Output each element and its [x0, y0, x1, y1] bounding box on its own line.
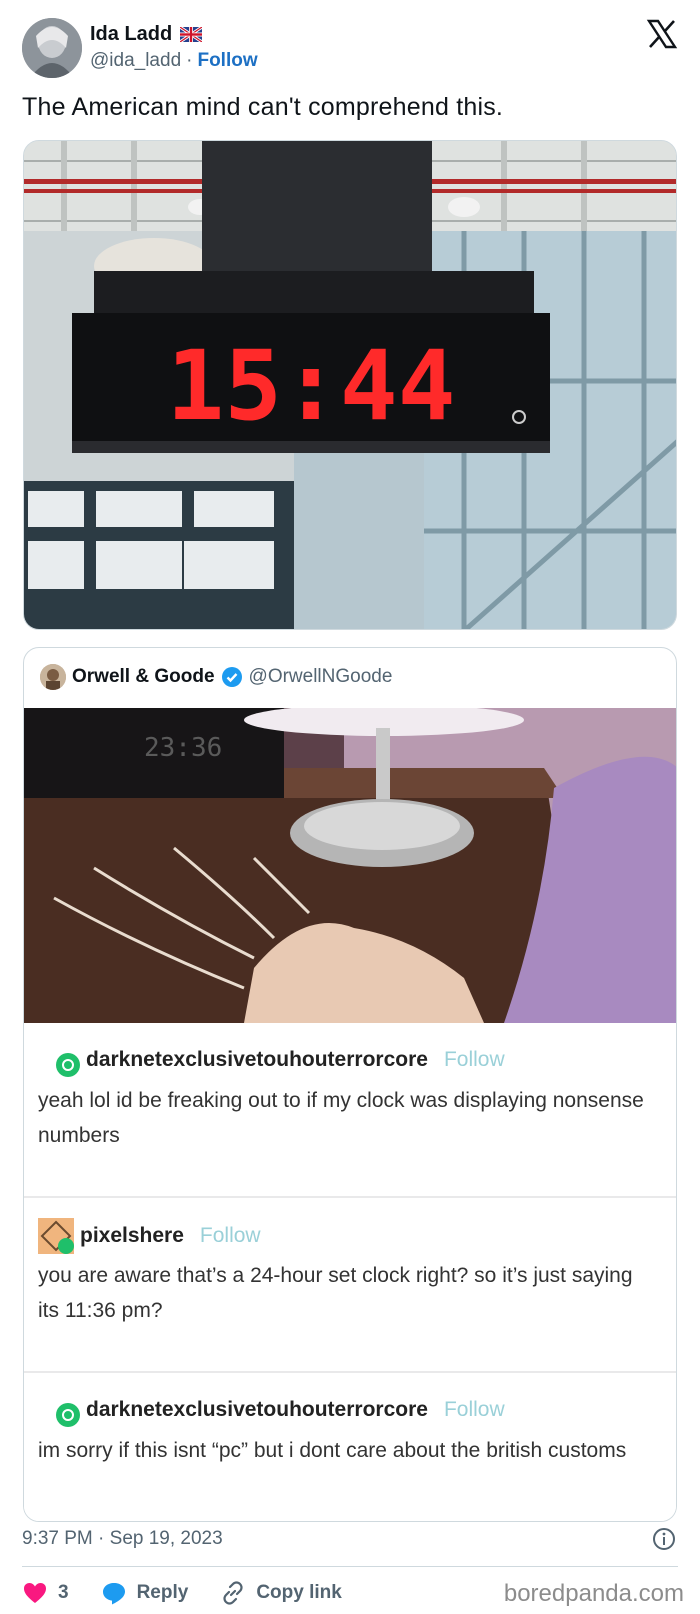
- x-logo-icon[interactable]: [646, 18, 678, 50]
- action-bar: 3 Reply Copy link: [22, 1578, 374, 1608]
- reblog-icon: [56, 1403, 80, 1427]
- copy-link-button[interactable]: Copy link: [220, 1580, 342, 1606]
- tumblr-follow: Follow: [443, 1398, 505, 1421]
- author-handle[interactable]: @ida_ladd: [90, 50, 181, 72]
- follow-button[interactable]: Follow: [197, 50, 257, 72]
- tumblr-username: darknetexclusivetouhouterrorcore: [86, 1048, 428, 1071]
- tumblr-post-text: you are aware that’s a 24-hour set clock…: [38, 1264, 633, 1322]
- tumblr-post: darknetexclusivetouhouterrorcore Follow …: [24, 1373, 676, 1521]
- tumblr-post: darknetexclusivetouhouterrorcore Follow …: [24, 1023, 676, 1198]
- alarm-clock-display: 23:36: [144, 733, 222, 763]
- tweet-header: Ida Ladd @ida_ladd · Follow: [22, 18, 678, 80]
- uk-flag-icon: [179, 25, 204, 44]
- reblog-icon: [56, 1053, 80, 1077]
- tumblr-post-text: yeah lol id be freaking out to if my clo…: [38, 1089, 644, 1147]
- verified-badge-icon: [221, 666, 243, 688]
- tumblr-post-text: im sorry if this isnt “pc” but i dont ca…: [38, 1439, 627, 1462]
- tweet-card: Ida Ladd @ida_ladd · Follow The American…: [0, 0, 700, 1614]
- pixelshere-avatar: [38, 1218, 74, 1254]
- avatar[interactable]: [22, 18, 82, 78]
- watermark: boredpanda.com: [503, 1580, 684, 1607]
- copy-link-label: Copy link: [256, 1582, 342, 1603]
- tweet-text: The American mind can't comprehend this.: [22, 93, 504, 121]
- author-name[interactable]: Ida Ladd: [90, 23, 172, 46]
- heart-icon: [22, 1580, 48, 1606]
- info-icon[interactable]: [652, 1527, 676, 1551]
- tumblr-follow: Follow: [443, 1048, 505, 1071]
- quoted-photo[interactable]: 23:36: [24, 708, 676, 1023]
- reply-button[interactable]: Reply: [101, 1580, 189, 1606]
- reply-label: Reply: [136, 1582, 189, 1603]
- tumblr-username: darknetexclusivetouhouterrorcore: [86, 1398, 428, 1421]
- quoted-author-handle[interactable]: @OrwellNGoode: [249, 666, 393, 688]
- link-icon: [220, 1580, 246, 1606]
- tumblr-follow: Follow: [199, 1224, 261, 1247]
- separator: ·: [186, 50, 193, 71]
- quoted-avatar[interactable]: [40, 664, 66, 690]
- clock-display: 15:44: [167, 330, 456, 442]
- quoted-tweet[interactable]: Orwell & Goode @OrwellNGoode 23:36 darkn…: [23, 647, 677, 1522]
- tumblr-post: pixelshere Follow you are aware that’s a…: [24, 1198, 676, 1373]
- reply-bubble-icon: [101, 1580, 127, 1606]
- tumblr-thread: darknetexclusivetouhouterrorcore Follow …: [24, 1023, 676, 1521]
- tumblr-username: pixelshere: [80, 1224, 184, 1247]
- quoted-author-name[interactable]: Orwell & Goode: [72, 666, 215, 688]
- divider: [22, 1566, 678, 1567]
- tweet-photo[interactable]: 15:44: [23, 140, 677, 630]
- tweet-timestamp[interactable]: 9:37 PM · Sep 19, 2023: [22, 1528, 223, 1550]
- like-button[interactable]: 3: [22, 1580, 69, 1606]
- like-count: 3: [58, 1582, 69, 1603]
